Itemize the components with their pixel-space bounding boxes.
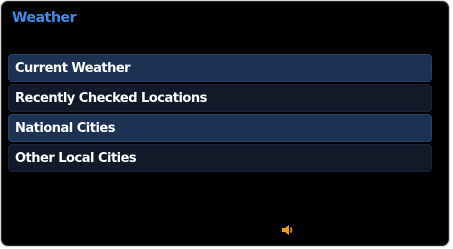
screen-title: Weather	[12, 10, 77, 26]
menu-item-current-weather[interactable]: Current Weather	[8, 54, 432, 82]
weather-screen: Weather Current Weather Recently Checked…	[2, 2, 448, 245]
menu-item-national-cities[interactable]: National Cities	[8, 114, 432, 142]
menu-item-recently-checked-locations[interactable]: Recently Checked Locations	[8, 84, 432, 112]
menu-item-label: National Cities	[15, 120, 116, 136]
speaker-icon	[282, 225, 293, 235]
menu-item-label: Current Weather	[15, 60, 131, 76]
menu-item-label: Recently Checked Locations	[15, 90, 207, 106]
weather-menu: Current Weather Recently Checked Locatio…	[8, 54, 432, 174]
menu-item-label: Other Local Cities	[15, 150, 137, 166]
menu-item-other-local-cities[interactable]: Other Local Cities	[8, 144, 432, 172]
